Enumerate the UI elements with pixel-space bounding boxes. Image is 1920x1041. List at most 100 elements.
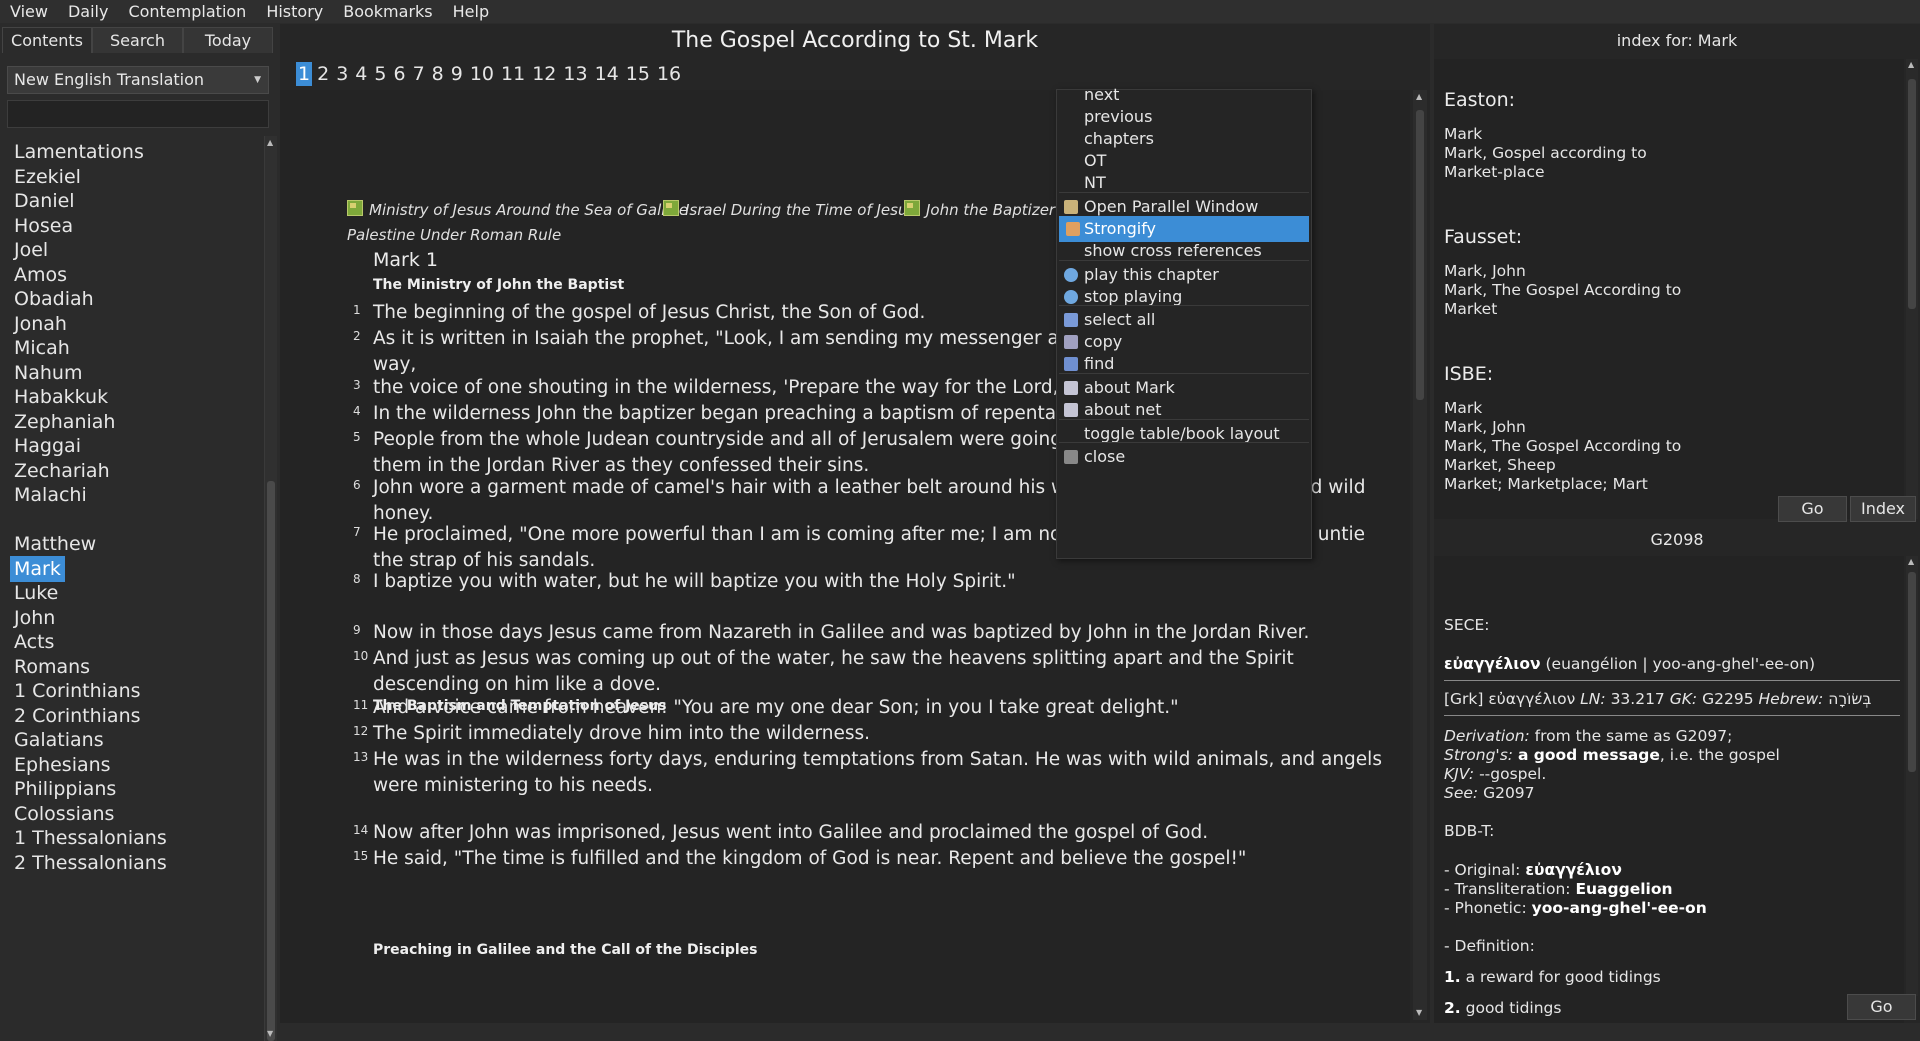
book-item[interactable]: Colossians [10, 801, 118, 827]
dictionary-entry[interactable]: Market [1444, 300, 1497, 319]
scroll-up-icon[interactable]: ▲ [267, 138, 273, 147]
chapter-link[interactable]: 7 [411, 62, 427, 86]
scroll-up-icon[interactable]: ▲ [1908, 557, 1914, 566]
book-item[interactable]: Daniel [10, 188, 79, 214]
scroll-up-icon[interactable]: ▲ [1416, 92, 1422, 101]
context-menu-item-label: show cross references [1084, 241, 1262, 260]
tab-search[interactable]: Search [92, 27, 183, 53]
book-item[interactable]: Zechariah [10, 458, 114, 484]
chapter-link[interactable]: 4 [353, 62, 369, 86]
chapter-link[interactable]: 15 [624, 62, 652, 86]
dictionary-entry[interactable]: Market, Sheep [1444, 456, 1556, 475]
index-content[interactable]: Easton: Mark Mark, Gospel according to Mark… [1434, 59, 1904, 519]
book-item[interactable]: Nahum [10, 360, 86, 386]
dictionary-entry[interactable]: Mark [1444, 399, 1482, 418]
menu-help[interactable]: Help [443, 0, 499, 23]
dictionary-entry[interactable]: Mark, Gospel according to [1444, 144, 1647, 163]
map-link[interactable]: Ministry of Jesus Around the Sea of Gali… [347, 200, 688, 219]
chapter-link[interactable]: 10 [468, 62, 496, 86]
book-item[interactable]: Acts [10, 629, 58, 655]
menu-history[interactable]: History [256, 0, 333, 23]
reader-scrollbar[interactable]: ▲ ▼ [1413, 90, 1427, 1020]
dictionary-entry[interactable]: Mark, The Gospel According to [1444, 437, 1681, 456]
book-item[interactable]: John [10, 605, 59, 631]
scroll-down-icon[interactable]: ▼ [1416, 1008, 1422, 1017]
dictionary-entry[interactable]: Mark [1444, 125, 1482, 144]
tab-today[interactable]: Today [183, 27, 273, 53]
book-item[interactable]: Habakkuk [10, 384, 112, 410]
scrollbar-thumb[interactable] [1908, 79, 1916, 309]
book-item[interactable]: Obadiah [10, 286, 98, 312]
chapter-link[interactable]: 3 [334, 62, 350, 86]
book-item[interactable]: Haggai [10, 433, 85, 459]
chapter-link[interactable]: 1 [296, 62, 313, 86]
map-link[interactable]: John the Baptizer [904, 200, 1055, 219]
translation-select[interactable]: New English Translation ▼ [7, 66, 269, 94]
scrollbar-thumb[interactable] [267, 481, 275, 1041]
map-link[interactable]: Israel During the Time of Jesus [663, 200, 915, 219]
chapter-link[interactable]: 5 [372, 62, 388, 86]
verse[interactable]: 15 He said, "The time is fulfilled and th… [353, 846, 1388, 872]
book-item[interactable]: Galatians [10, 727, 108, 753]
chapter-link[interactable]: 9 [449, 62, 465, 86]
chapter-link[interactable]: 16 [655, 62, 683, 86]
index-go-button[interactable]: Go [1778, 496, 1847, 522]
verse[interactable]: 10 And just as Jesus was coming up out of… [353, 646, 1388, 698]
verse[interactable]: 11 And a voice came from heaven: "You are… [353, 695, 1388, 721]
index-button[interactable]: Index [1850, 496, 1916, 522]
menu-daily[interactable]: Daily [58, 0, 118, 23]
scrollbar-thumb[interactable] [1908, 572, 1916, 772]
book-filter-input[interactable] [7, 100, 269, 128]
index-scrollbar[interactable]: ▲ ▼ [1906, 59, 1918, 519]
book-item[interactable]: Romans [10, 654, 94, 680]
scroll-up-icon[interactable]: ▲ [1908, 60, 1914, 69]
dictionary-entry[interactable]: Mark, John [1444, 418, 1526, 437]
strongs-go-button[interactable]: Go [1847, 994, 1916, 1020]
menu-contemplation[interactable]: Contemplation [118, 0, 256, 23]
menu-bookmarks[interactable]: Bookmarks [333, 0, 442, 23]
book-item[interactable]: Jonah [10, 311, 71, 337]
book-item[interactable]: Mark [10, 555, 65, 582]
verse[interactable]: 9 Now in those days Jesus came from Nazar… [353, 620, 1388, 646]
scrollbar-thumb[interactable] [1416, 110, 1424, 400]
chapter-link[interactable]: 8 [430, 62, 446, 86]
strongs-scrollbar[interactable]: ▲ [1906, 556, 1918, 996]
book-item[interactable]: Philippians [10, 776, 120, 802]
verse[interactable]: 12 The Spirit immediately drove him into … [353, 721, 1388, 747]
verse[interactable]: 14 Now after John was imprisoned, Jesus w… [353, 820, 1388, 846]
book-item[interactable]: 2 Corinthians [10, 703, 145, 729]
book-item[interactable]: 1 Corinthians [10, 678, 145, 704]
book-item[interactable]: Joel [10, 237, 52, 263]
book-item[interactable]: Matthew [10, 531, 100, 557]
chapter-link[interactable]: 14 [593, 62, 621, 86]
book-item[interactable]: Malachi [10, 482, 91, 508]
chapter-link[interactable]: 2 [315, 62, 331, 86]
book-item[interactable]: 2 Thessalonians [10, 850, 171, 876]
dictionary-entry[interactable]: Mark, The Gospel According to [1444, 281, 1681, 300]
book-item[interactable]: Ephesians [10, 752, 115, 778]
dictionary-entry[interactable]: Mark, John [1444, 262, 1526, 281]
chapter-link[interactable]: 11 [499, 62, 527, 86]
book-item[interactable]: Micah [10, 335, 74, 361]
book-item[interactable]: Amos [10, 262, 71, 288]
scroll-down-icon[interactable]: ▼ [267, 1029, 273, 1038]
book-item[interactable]: 1 Thessalonians [10, 825, 171, 851]
dictionary-entry[interactable]: Market-place [1444, 163, 1545, 182]
strongs-content[interactable]: SECE: εὐαγγέλιον (euangélion | yoo-ang-g… [1434, 556, 1904, 1023]
book-item[interactable]: Zephaniah [10, 409, 119, 435]
map-link[interactable]: Palestine Under Roman Rule [347, 226, 561, 244]
verse[interactable]: 8 I baptize you with water, but he will b… [353, 569, 1388, 595]
tab-contents[interactable]: Contents [2, 27, 92, 53]
verse[interactable]: 13 He was in the wilderness forty days, e… [353, 747, 1388, 799]
context-menu-item[interactable]: close [1057, 444, 1311, 470]
menu-view[interactable]: View [0, 0, 58, 23]
book-item[interactable]: Ezekiel [10, 164, 85, 190]
chapter-link[interactable]: 13 [561, 62, 589, 86]
dictionary-entry[interactable]: Market; Marketplace; Mart [1444, 475, 1648, 494]
book-item[interactable]: Lamentations [10, 139, 148, 165]
book-item[interactable]: Hosea [10, 213, 77, 239]
chapter-link[interactable]: 12 [530, 62, 558, 86]
book-item[interactable]: Luke [10, 580, 62, 606]
book-list-scrollbar[interactable]: ▲ ▼ [264, 136, 277, 1041]
chapter-link[interactable]: 6 [391, 62, 407, 86]
